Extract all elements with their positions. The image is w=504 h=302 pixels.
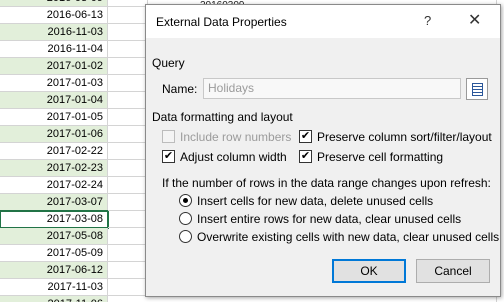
name-field[interactable]: Holidays — [203, 78, 461, 99]
table-row[interactable]: 2017-01-06 — [0, 126, 108, 143]
close-button[interactable]: ✕ — [468, 10, 481, 30]
preserve-sort-checkbox[interactable]: ✔ — [299, 130, 312, 143]
name-label: Name: — [162, 82, 198, 96]
table-cell[interactable] — [108, 41, 148, 58]
table-cell[interactable] — [108, 211, 148, 228]
adjust-column-width-checkbox[interactable]: ✔ — [162, 150, 175, 163]
preserve-sort-label: Preserve column sort/filter/layout — [317, 130, 492, 144]
preserve-formatting-label: Preserve cell formatting — [317, 150, 444, 164]
table-cell[interactable] — [108, 143, 148, 160]
table-cell[interactable] — [108, 279, 148, 296]
table-cell[interactable] — [108, 194, 148, 211]
table-row[interactable]: 2017-02-24 — [0, 177, 108, 194]
help-button[interactable]: ? — [424, 13, 431, 28]
table-cell[interactable] — [108, 109, 148, 126]
ok-button[interactable]: OK — [332, 259, 406, 283]
table-row[interactable]: 2017-01-04 — [0, 92, 108, 109]
table-row[interactable]: 2017-05-08 — [0, 228, 108, 245]
table-cell[interactable] — [108, 92, 148, 109]
table-row[interactable]: 2016-03-09 — [0, 0, 108, 7]
table-cell[interactable] — [108, 228, 148, 245]
table-row[interactable]: 2017-01-05 — [0, 109, 108, 126]
adjust-column-width-label: Adjust column width — [180, 150, 287, 164]
dialog-title: External Data Properties — [156, 15, 287, 29]
table-cell[interactable] — [108, 177, 148, 194]
table-cell[interactable] — [108, 7, 148, 24]
query-properties-button[interactable] — [466, 78, 488, 100]
table-row[interactable]: 2017-05-09 — [0, 245, 108, 262]
table-cell[interactable] — [108, 126, 148, 143]
dialog-titlebar: External Data Properties ? ✕ — [146, 5, 500, 38]
table-row[interactable]: 2016-11-04 — [0, 41, 108, 58]
table-row[interactable]: 2017-03-07 — [0, 194, 108, 211]
table-cell[interactable] — [108, 160, 148, 177]
insert-cells-label: Insert cells for new data, delete unused… — [197, 194, 434, 208]
table-row[interactable]: 2017-11-03 — [0, 279, 108, 296]
insert-cells-radio[interactable] — [179, 194, 192, 207]
table-row[interactable]: 2017-11-06 — [0, 296, 108, 302]
table-row-selected[interactable]: 2017-03-08 — [0, 210, 109, 229]
table-row[interactable]: 2017-01-03 — [0, 75, 108, 92]
table-cell[interactable] — [108, 245, 148, 262]
table-cell[interactable] — [108, 58, 148, 75]
external-data-properties-dialog: External Data Properties ? ✕ Query Name:… — [145, 4, 501, 297]
query-section-label: Query — [152, 56, 185, 70]
table-row[interactable]: 2016-11-03 — [0, 24, 108, 41]
table-icon — [472, 83, 483, 96]
table-row[interactable]: 2017-02-23 — [0, 160, 108, 177]
cancel-button[interactable]: Cancel — [416, 259, 490, 283]
overwrite-radio[interactable] — [179, 230, 192, 243]
table-cell[interactable] — [108, 24, 148, 41]
overwrite-label: Overwrite existing cells with new data, … — [197, 230, 500, 244]
table-row[interactable]: 2017-06-12 — [0, 262, 108, 279]
table-row[interactable]: 2016-06-13 — [0, 7, 108, 24]
table-cell[interactable] — [108, 0, 148, 7]
preserve-formatting-checkbox[interactable]: ✔ — [299, 150, 312, 163]
include-row-numbers-label: Include row numbers — [180, 130, 292, 144]
refresh-prompt: If the number of rows in the data range … — [162, 176, 491, 190]
include-row-numbers-checkbox[interactable] — [162, 130, 175, 143]
table-cell[interactable] — [108, 75, 148, 92]
formatting-section-label: Data formatting and layout — [152, 110, 293, 124]
date-column: 2016-03-09 2016-06-13 2016-11-03 2016-11… — [0, 0, 109, 302]
table-row[interactable]: 2017-02-22 — [0, 143, 108, 160]
insert-rows-radio[interactable] — [179, 212, 192, 225]
insert-rows-label: Insert entire rows for new data, clear u… — [197, 212, 462, 226]
table-row[interactable]: 2017-01-02 — [0, 58, 108, 75]
table-cell[interactable] — [108, 262, 148, 279]
